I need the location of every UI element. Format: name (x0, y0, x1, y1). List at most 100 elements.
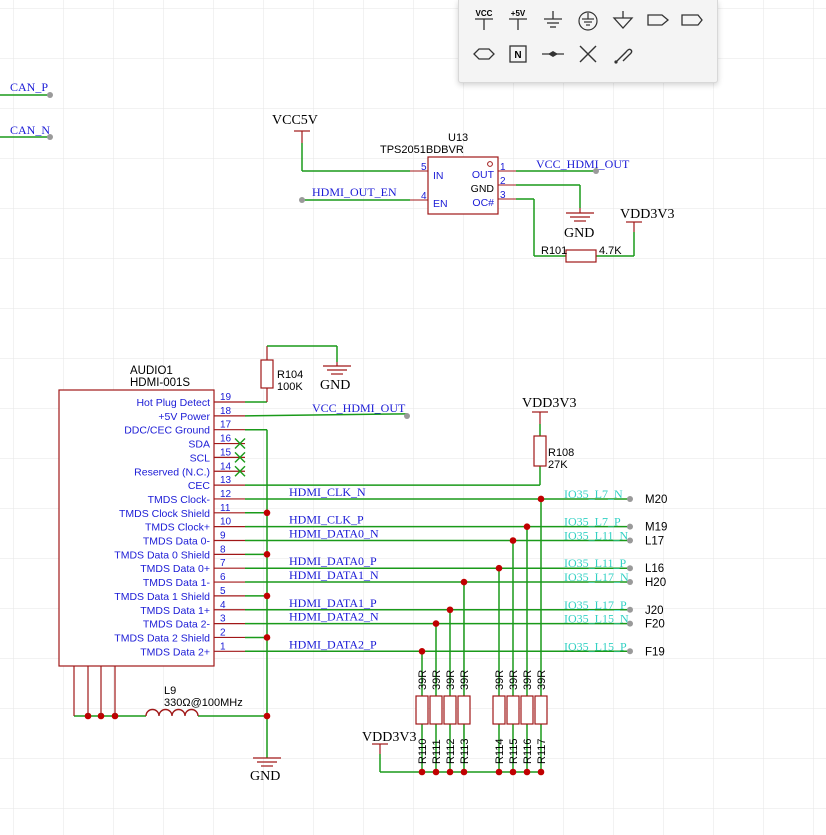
pulldown-r115[interactable]: 39R R115 (506, 670, 520, 764)
netport-hex-icon (473, 48, 495, 60)
net-endpoint (299, 197, 305, 203)
probe-button[interactable] (608, 40, 638, 68)
net-label: HDMI_DATA0_N (289, 527, 379, 541)
gnd-label: GND (564, 226, 594, 241)
audio1-pin-name: DDC/CEC Ground (124, 425, 210, 437)
plus5v-symbol-button[interactable]: +5V (503, 6, 533, 34)
fpga-ball: M19 (645, 522, 667, 534)
analog-ground-button[interactable] (608, 6, 638, 34)
audio1-pin-number: 19 (220, 392, 232, 403)
audio1-pin-number: 5 (220, 586, 226, 597)
net-label-vcc-hdmi-out-connector: VCC_HDMI_OUT (312, 401, 406, 415)
audio1-pin-name: TMDS Clock+ (145, 522, 210, 534)
schematic-canvas[interactable]: CAN_P CAN_N U13 TPS2051BDBVR 5 4 1 2 3 I… (0, 0, 826, 835)
audio1-pin-name: Reserved (N.C.) (134, 466, 210, 478)
junction-dot (432, 620, 440, 627)
io-net-label: IO35_L7_N (564, 487, 623, 501)
u13-pin-name-oc: OC# (472, 197, 494, 209)
audio1-pin-name: TMDS Data 2- (143, 619, 211, 631)
netflag-button[interactable]: N (503, 40, 533, 68)
io-net-label: IO35_L11_P (564, 556, 627, 570)
io-net-label: IO35_L15_P (564, 639, 627, 653)
ground-icon (544, 11, 562, 28)
fpga-ball: F19 (645, 646, 665, 658)
pulldown-r114[interactable]: 39R R114 (492, 670, 506, 764)
resistor-body[interactable] (520, 695, 534, 725)
io-net-label: IO35_L17_N (564, 570, 629, 584)
net-label: HDMI_CLK_N (289, 485, 366, 499)
audio1-designator: AUDIO1 (130, 365, 173, 377)
net-label: HDMI_CLK_P (289, 513, 364, 527)
r101-body[interactable] (565, 249, 597, 263)
audio1-pin-number: 8 (220, 544, 226, 555)
net-label: HDMI_DATA1_P (289, 596, 377, 610)
fpga-ball: L16 (645, 563, 664, 575)
netport-bidir-button[interactable] (677, 6, 707, 34)
r108-body[interactable] (533, 435, 547, 467)
netport-output-button[interactable] (643, 6, 673, 34)
netflag-icon: N (509, 45, 527, 63)
r104-body[interactable] (260, 359, 274, 389)
net-label: HDMI_DATA2_P (289, 637, 377, 651)
audio1-pin-number: 2 (220, 627, 226, 638)
junction-dot (495, 768, 503, 776)
audio1-pin-number: 12 (220, 489, 232, 500)
resistor-body[interactable] (443, 695, 457, 725)
pulldown-r117[interactable]: 39R R117 (534, 670, 548, 764)
audio1-pin-name: TMDS Data 1- (143, 577, 211, 589)
io-net-label: IO35_L7_P (564, 515, 621, 529)
resistor-body[interactable] (457, 695, 471, 725)
junction-dot (509, 537, 517, 544)
svg-text:N: N (514, 50, 521, 61)
resistor-value: 39R (445, 670, 457, 690)
earth-ground-button[interactable] (573, 6, 603, 34)
audio1-pin-name: TMDS Data 0+ (140, 563, 210, 575)
pulldown-r111[interactable]: 39R R111 (429, 670, 443, 764)
power-label-vdd3v3: VDD3V3 (362, 730, 416, 745)
resistor-value: 39R (431, 670, 443, 690)
pulldown-r112[interactable]: 39R R112 (443, 670, 457, 764)
u13-designator: U13 (448, 132, 468, 144)
pulldown-r113[interactable]: 39R R113 (457, 670, 471, 764)
resistor-body[interactable] (506, 695, 520, 725)
resistor-body[interactable] (429, 695, 443, 725)
r104-value: 100K (277, 381, 303, 393)
junction-dot (418, 768, 426, 776)
u13-pin-num-gnd: 2 (500, 176, 506, 187)
audio1-pin-number: 15 (220, 447, 232, 458)
netport-hex-button[interactable] (469, 40, 499, 68)
audio1-pin-name: CEC (188, 480, 211, 492)
audio1-pin-number: 4 (220, 600, 226, 611)
net-endpoint (627, 648, 633, 655)
audio1-pin-name: TMDS Data 1 Shield (114, 591, 210, 603)
u13-pin-name-out: OUT (472, 169, 495, 181)
audio1-pin-name: TMDS Clock- (148, 494, 211, 506)
audio1-pin-name: TMDS Clock Shield (119, 508, 210, 520)
audio1-pin-number: 17 (220, 420, 232, 431)
l9-designator: L9 (164, 685, 176, 697)
pulldown-r110[interactable]: 39R R110 (415, 670, 429, 764)
resistor-body[interactable] (492, 695, 506, 725)
pulldown-r116[interactable]: 39R R116 (520, 670, 534, 764)
vcc-symbol-button[interactable]: VCC (469, 6, 499, 34)
audio1-pin-name: SDA (188, 439, 210, 451)
ground-symbol-button[interactable] (538, 6, 568, 34)
audio1-pin-number: 18 (220, 406, 232, 417)
junction-dot (523, 523, 531, 530)
earth-ground-icon (578, 11, 598, 31)
fpga-ball: L17 (645, 536, 664, 548)
junction-button[interactable] (538, 40, 568, 68)
io-net-label: IO35_L11_N (564, 529, 629, 543)
u13-part-number: TPS2051BDBVR (380, 144, 464, 156)
resistor-body[interactable] (534, 695, 548, 725)
audio1-pin-number: 10 (220, 517, 232, 528)
power-label-vcc5v: VCC5V (272, 113, 318, 128)
net-endpoint (627, 495, 633, 502)
audio1-pin-number: 13 (220, 475, 232, 486)
u13-pin-num-in: 5 (421, 162, 427, 173)
probe-icon (614, 48, 633, 64)
audio1-pin-name: +5V Power (158, 411, 210, 423)
resistor-body[interactable] (415, 695, 429, 725)
no-connect-button[interactable] (573, 40, 603, 68)
power-symbol-toolbar: VCC +5V N (458, 0, 718, 83)
